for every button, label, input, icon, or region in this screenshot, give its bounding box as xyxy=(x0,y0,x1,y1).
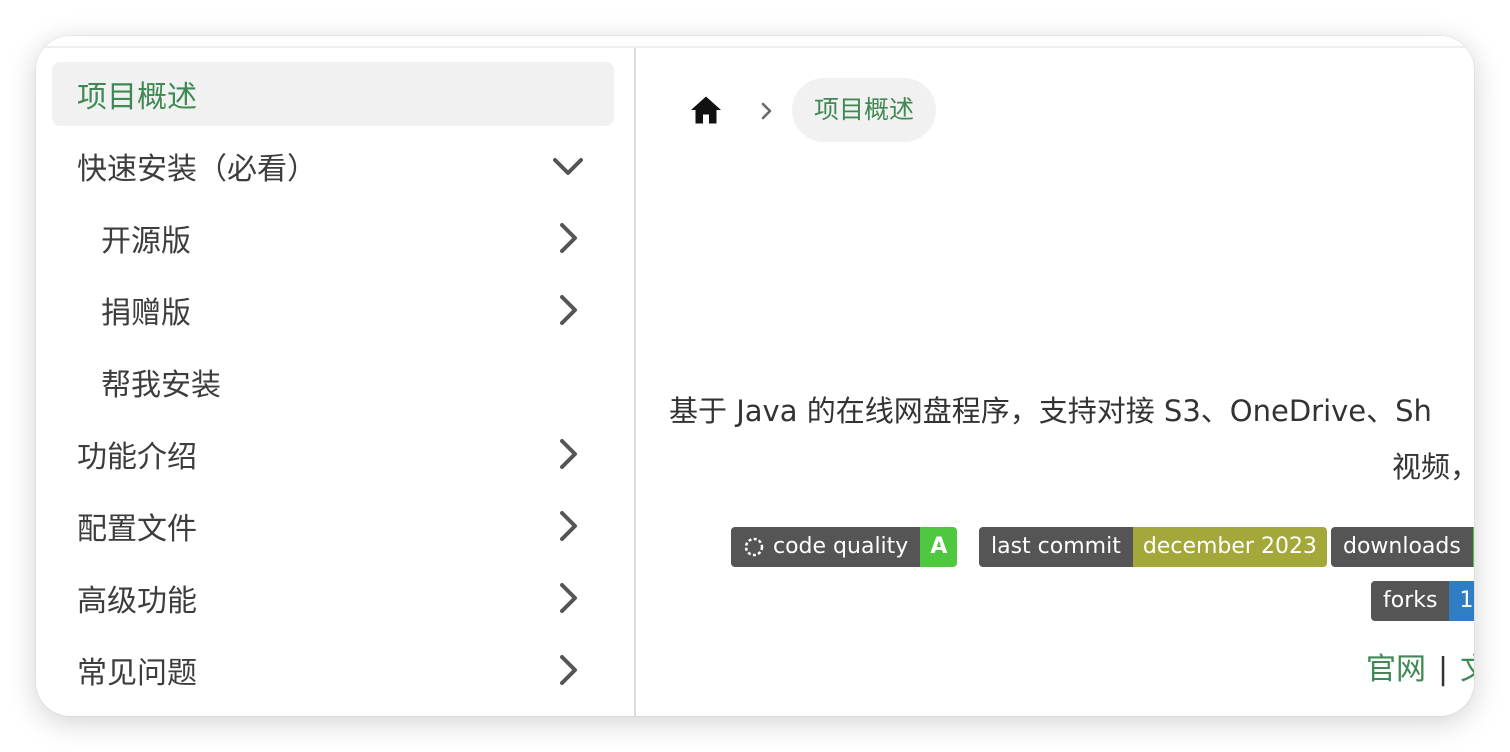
breadcrumb-current: 项目概述 xyxy=(792,78,937,142)
sidebar-item-faq[interactable]: 常见问题 xyxy=(52,638,614,702)
chevron-right-icon[interactable] xyxy=(550,292,586,328)
sidebar-item-label: 常见问题 xyxy=(77,656,197,691)
badge-label: downloads xyxy=(1331,527,1473,567)
sidebar-item-help-install[interactable]: 帮我安装 xyxy=(52,350,614,414)
badge-code-quality[interactable]: code quality A xyxy=(731,527,958,567)
link-official-site[interactable]: 官网 xyxy=(1366,652,1426,687)
badge-label: code quality xyxy=(773,534,909,559)
badge-label: forks xyxy=(1371,581,1450,621)
chevron-right-icon[interactable] xyxy=(550,580,586,616)
sidebar-item-label: 捐赠版 xyxy=(101,296,191,331)
badge-last-commit[interactable]: last commit december 2023 xyxy=(979,527,1327,567)
chevron-right-icon[interactable] xyxy=(550,508,586,544)
browser-window: 项目概述 快速安装（必看） 开源版 捐赠版 帮我安装 功能介绍 配置文件 高级功… xyxy=(36,36,1474,716)
sidebar-item-label: 帮我安装 xyxy=(101,368,221,403)
footer-links: 官网 | 文 xyxy=(1366,644,1474,688)
chevron-right-icon xyxy=(761,102,772,120)
sidebar-item-advanced[interactable]: 高级功能 xyxy=(52,566,614,630)
sidebar-item-quick-install[interactable]: 快速安装（必看） xyxy=(52,134,614,198)
sidebar-item-label: 开源版 xyxy=(101,224,191,259)
badge-downloads[interactable]: downloads xyxy=(1331,527,1474,567)
sidebar-item-label: 功能介绍 xyxy=(77,440,197,475)
sidebar-item-open-source[interactable]: 开源版 xyxy=(52,206,614,270)
chevron-right-icon[interactable] xyxy=(550,652,586,688)
badge-label: last commit xyxy=(979,527,1133,567)
badge-value: A xyxy=(920,527,958,567)
link-docs[interactable]: 文 xyxy=(1460,652,1474,687)
chevron-down-icon[interactable] xyxy=(550,148,586,184)
link-separator: | xyxy=(1438,652,1449,687)
codacy-icon xyxy=(744,537,764,557)
sidebar-item-label: 配置文件 xyxy=(77,512,197,547)
sidebar-item-label: 项目概述 xyxy=(77,80,197,115)
project-description: 基于 Java 的在线网盘程序，支持对接 S3、OneDrive、Sh xyxy=(669,394,1432,428)
chevron-right-icon[interactable] xyxy=(550,220,586,256)
sidebar: 项目概述 快速安装（必看） 开源版 捐赠版 帮我安装 功能介绍 配置文件 高级功… xyxy=(36,48,636,716)
sidebar-item-donation[interactable]: 捐赠版 xyxy=(52,278,614,342)
badge-value: december 2023 xyxy=(1132,527,1327,567)
sidebar-item-label: 高级功能 xyxy=(77,584,197,619)
project-description-continued: 视频， xyxy=(1392,450,1474,484)
sidebar-item-features[interactable]: 功能介绍 xyxy=(52,422,614,486)
sidebar-item-config[interactable]: 配置文件 xyxy=(52,494,614,558)
badge-forks[interactable]: forks 1. xyxy=(1371,581,1474,621)
sidebar-item-overview[interactable]: 项目概述 xyxy=(52,62,614,126)
badge-value: 1. xyxy=(1449,581,1474,621)
badge-value xyxy=(1472,527,1474,567)
home-icon[interactable] xyxy=(688,92,724,128)
chevron-right-icon[interactable] xyxy=(550,436,586,472)
sidebar-item-label: 快速安装（必看） xyxy=(77,152,317,187)
main-content: 项目概述 基于 Java 的在线网盘程序，支持对接 S3、OneDrive、Sh… xyxy=(636,48,1474,716)
